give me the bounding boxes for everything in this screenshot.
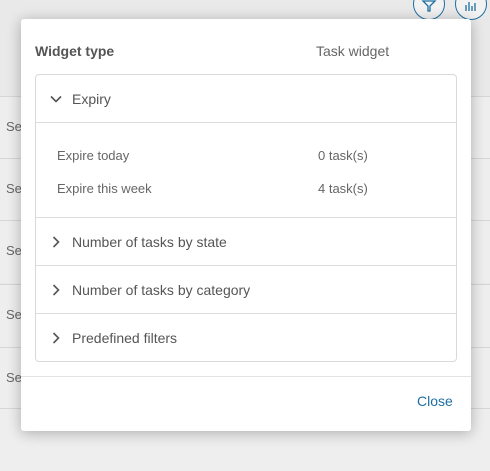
widget-type-value: Task widget <box>316 43 390 59</box>
section-title: Expiry <box>72 90 111 107</box>
chevron-right-icon <box>50 331 70 344</box>
section-header-tasks-by-state[interactable]: Number of tasks by state <box>36 218 456 265</box>
filter-icon <box>421 0 437 12</box>
section-title: Predefined filters <box>72 329 178 346</box>
section-title: Number of tasks by state <box>72 233 227 250</box>
expire-week-label: Expire this week <box>57 181 152 196</box>
expire-today-value: 0 task(s) <box>318 148 368 163</box>
expire-today-label: Expire today <box>57 148 130 163</box>
widget-type-label: Widget type <box>35 43 115 59</box>
accordion: Expiry Expire today 0 task(s) Expire thi… <box>35 74 457 362</box>
expire-week-value: 4 task(s) <box>318 181 368 196</box>
chart-button[interactable] <box>455 0 487 20</box>
section-title: Number of tasks by category <box>72 281 251 298</box>
chevron-down-icon <box>50 93 70 105</box>
section-header-expiry[interactable]: Expiry <box>36 75 456 122</box>
close-button[interactable]: Close <box>417 393 453 409</box>
footer-divider <box>21 376 471 377</box>
bar-chart-icon <box>465 2 476 11</box>
chevron-right-icon <box>50 283 70 296</box>
section-header-tasks-by-category[interactable]: Number of tasks by category <box>36 266 456 313</box>
filter-button[interactable] <box>413 0 445 20</box>
section-header-predefined-filters[interactable]: Predefined filters <box>36 314 456 361</box>
divider <box>36 122 456 123</box>
chevron-right-icon <box>50 235 70 248</box>
widget-info-dialog: Widget type Task widget Expiry Expire to… <box>21 19 471 431</box>
